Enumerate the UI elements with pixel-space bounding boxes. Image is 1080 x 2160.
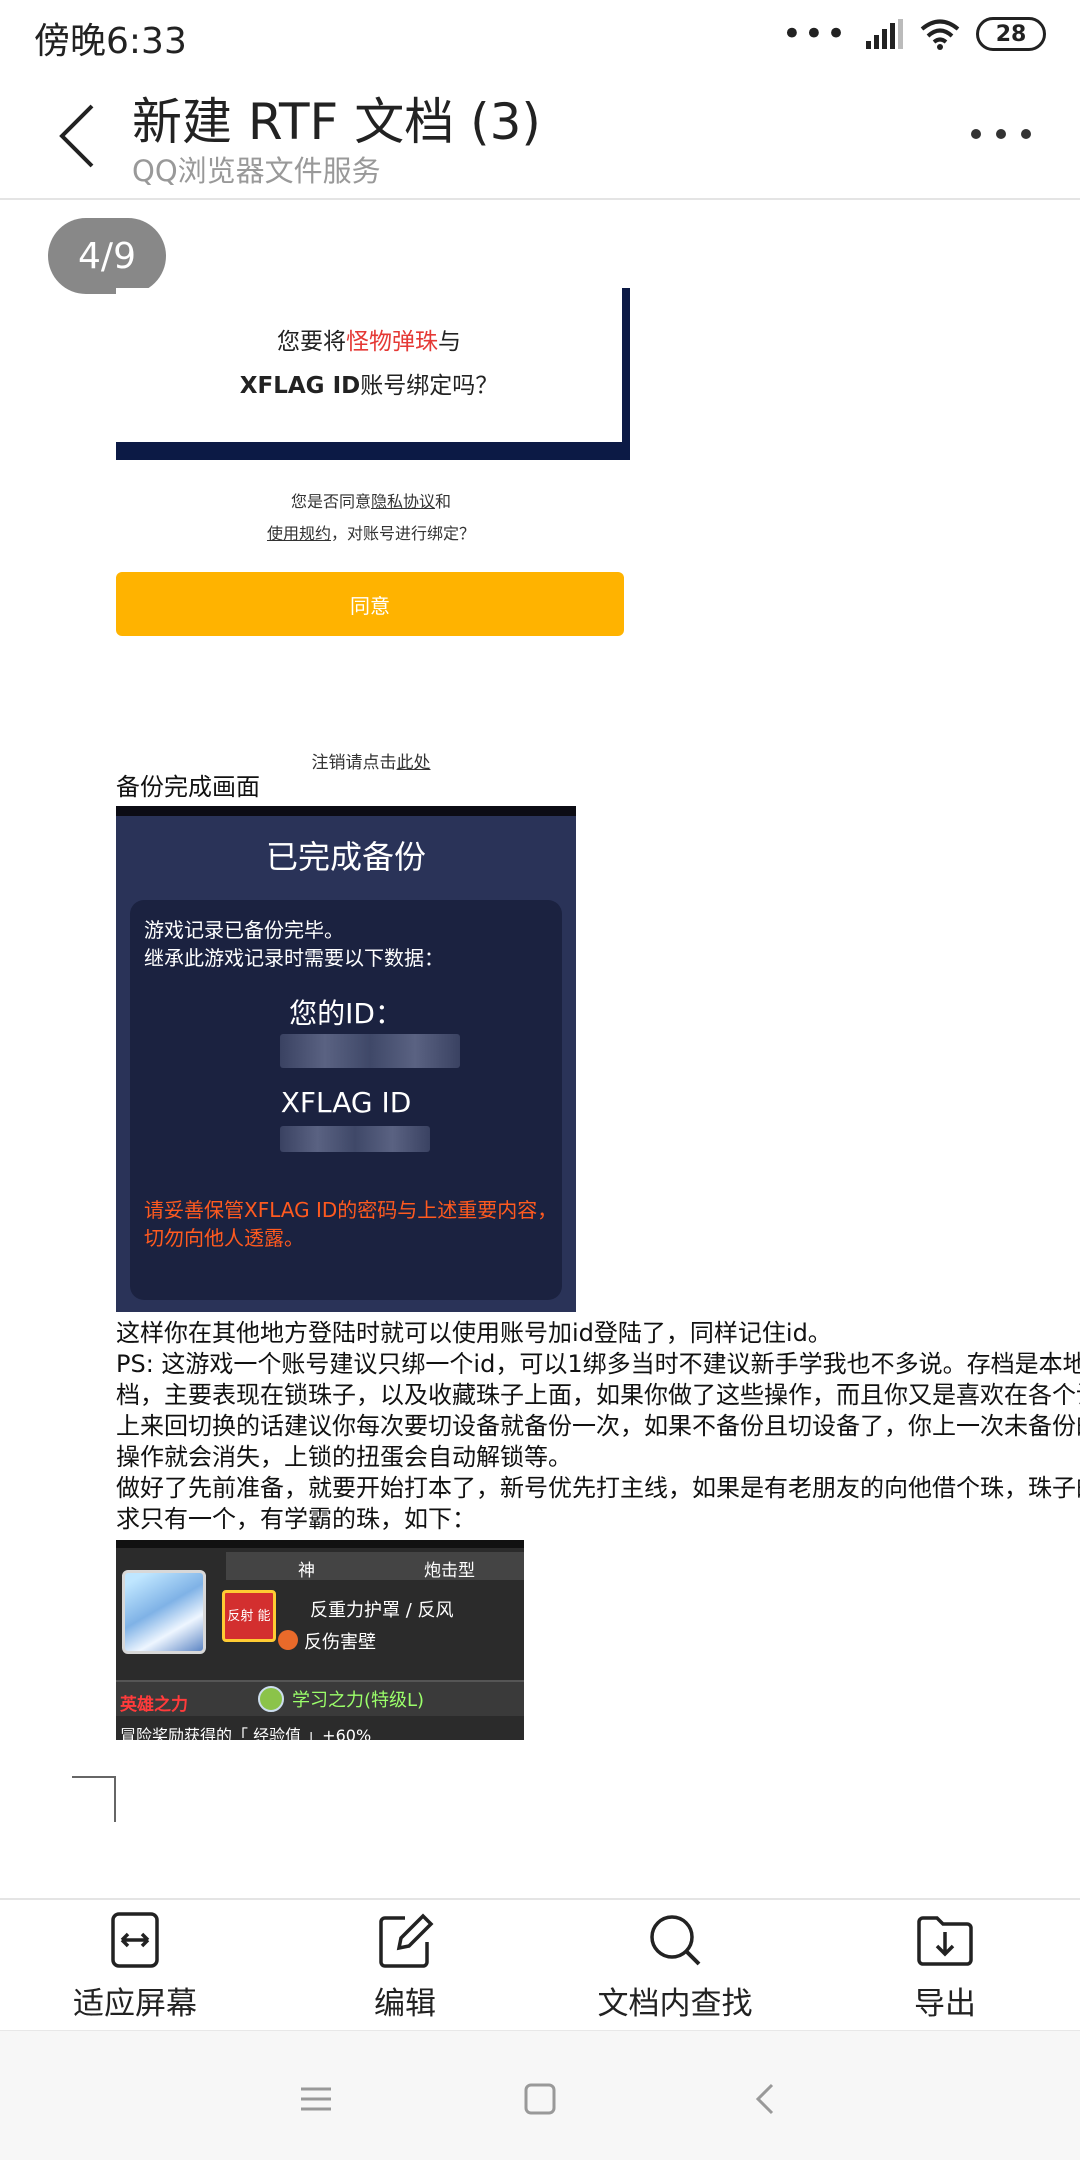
hero-skill-icon xyxy=(258,1686,284,1712)
consent-line1: 您是否同意隐私协议和 xyxy=(290,492,452,511)
edit-label: 编辑 xyxy=(374,1986,436,2022)
find-label: 文档内查找 xyxy=(597,1986,753,2022)
crop-mark xyxy=(72,1776,116,1822)
signal-icon xyxy=(866,19,903,49)
battery-icon: 28 xyxy=(976,17,1046,51)
cancel-binding-text: 注销请点击此处 xyxy=(311,753,431,773)
fit-screen-label: 适应屏幕 xyxy=(73,1986,197,2022)
bonus-text: 冒险奖励获得的「 经验值 」+60% xyxy=(120,1726,372,1740)
hidden-id-value xyxy=(280,1034,460,1068)
export-icon xyxy=(917,1916,973,1966)
bind-question-line1: 您要将怪物弹珠与 xyxy=(277,329,461,355)
backup-warning2: 切勿向他人透露。 xyxy=(144,1226,304,1250)
document-subtitle: QQ浏览器文件服务 xyxy=(132,154,381,188)
document-title: 新建 RTF 文档 (3) xyxy=(132,93,541,151)
backup-card-body: 游戏记录已备份完毕。 继承此游戏记录时需要以下数据： 您的ID： XFLAG I… xyxy=(130,900,562,1300)
page-indicator: 4/9 xyxy=(48,218,166,294)
character-type: 炮击型 xyxy=(424,1561,475,1581)
hidden-xflag-value xyxy=(280,1126,430,1152)
paragraph-3: 档，主要表现在锁珠子，以及收藏珠子上面，如果你做了这些操作，而且你又是喜欢在各个… xyxy=(116,1381,1080,1409)
bind-question-line2: XFLAG ID账号绑定吗？ xyxy=(239,373,499,399)
edit-icon xyxy=(379,1913,434,1968)
ability-1: 反重力护罩 / 反风 xyxy=(310,1600,454,1621)
backup-line2: 继承此游戏记录时需要以下数据： xyxy=(144,946,444,970)
app-header: 新建 RTF 文档 (3) QQ浏览器文件服务 xyxy=(0,68,1080,200)
edit-button[interactable]: 编辑 xyxy=(270,1900,540,2032)
fit-screen-button[interactable]: 适应屏幕 xyxy=(0,1900,270,2032)
character-avatar xyxy=(122,1570,206,1654)
back-button[interactable] xyxy=(40,96,120,176)
notification-dots-icon: ••• xyxy=(781,14,848,54)
game-name: 怪物弹珠 xyxy=(346,329,438,355)
hero-skill: 学习之力(特级L) xyxy=(292,1690,425,1711)
paragraph-1: 这样你在其他地方登陆时就可以使用账号加id登陆了，同样记住id。 xyxy=(116,1319,832,1347)
skill-icon: 反射 能 xyxy=(222,1590,276,1642)
bottom-toolbar: 适应屏幕 编辑 文档内查找 导出 xyxy=(0,1898,1080,2030)
wifi-icon xyxy=(920,19,960,50)
paragraph-4: 上来回切换的话建议你每次要切设备就备份一次，如果不备份且切设备了，你上一次未备份… xyxy=(116,1412,1080,1440)
status-icons: ••• 28 xyxy=(782,16,1046,52)
agree-button: 同意 xyxy=(116,572,624,636)
status-time: 傍晚6:33 xyxy=(34,21,187,62)
xflag-id-label: XFLAG ID xyxy=(280,1086,412,1119)
export-label: 导出 xyxy=(914,1986,976,2022)
home-icon[interactable] xyxy=(510,2069,570,2129)
status-bar: 傍晚6:33 ••• 28 xyxy=(0,0,1080,68)
backup-warning1: 请妥善保管XFLAG ID的密码与上述重要内容， xyxy=(144,1198,558,1222)
paragraph-6: 做好了先前准备，就要开始打本了，新号优先打主线，如果是有老朋友的向他借个珠，珠子… xyxy=(116,1474,1080,1502)
more-options-icon[interactable] xyxy=(966,114,1036,154)
search-icon xyxy=(650,1915,701,1966)
character-attribute: 神 xyxy=(298,1561,315,1581)
document-viewer[interactable]: 4/9 您要将怪物弹珠与 XFLAG ID账号绑定吗？ 您是否同意隐私协议和 使… xyxy=(0,202,1080,1898)
caption-backup: 备份完成画面 xyxy=(116,773,260,801)
find-in-document-button[interactable]: 文档内查找 xyxy=(540,1900,810,2032)
backup-title: 已完成备份 xyxy=(265,838,426,876)
nav-back-icon[interactable] xyxy=(736,2069,796,2129)
backup-complete-image: 已完成备份 游戏记录已备份完毕。 继承此游戏记录时需要以下数据： 您的ID： X… xyxy=(116,806,576,1312)
backup-line1: 游戏记录已备份完毕。 xyxy=(144,918,344,942)
consent-line2: 使用规约，对账号进行绑定？ xyxy=(266,524,476,543)
paragraph-2: PS: 这游戏一个账号建议只绑一个id，可以1绑多当时不建议新手学我也不多说。存… xyxy=(116,1350,1080,1378)
bind-dialog-image: 您要将怪物弹珠与 XFLAG ID账号绑定吗？ 您是否同意隐私协议和 使用规约，… xyxy=(116,288,632,778)
paragraph-7: 求只有一个，有学霸的珠，如下： xyxy=(116,1505,476,1533)
paragraph-5: 操作就会消失，上锁的扭蛋会自动解锁等。 xyxy=(116,1443,572,1471)
ability-2-icon xyxy=(278,1630,298,1650)
battery-level: 28 xyxy=(995,21,1027,47)
export-button[interactable]: 导出 xyxy=(810,1900,1080,2032)
menu-icon[interactable] xyxy=(286,2069,346,2129)
character-card-image: 神 炮击型 反射 能 反重力护罩 / 反风 反伤害壁 英雄之力 学习之力(特级L… xyxy=(116,1540,524,1740)
hero-bar: 英雄之力 学习之力(特级L) xyxy=(116,1680,524,1716)
hero-label: 英雄之力 xyxy=(120,1695,188,1715)
id-label: 您的ID： xyxy=(289,997,403,1030)
system-nav-bar xyxy=(0,2030,1080,2160)
character-header-strip xyxy=(226,1552,524,1580)
ability-2: 反伤害壁 xyxy=(304,1632,376,1653)
fit-screen-icon xyxy=(111,1912,159,1968)
